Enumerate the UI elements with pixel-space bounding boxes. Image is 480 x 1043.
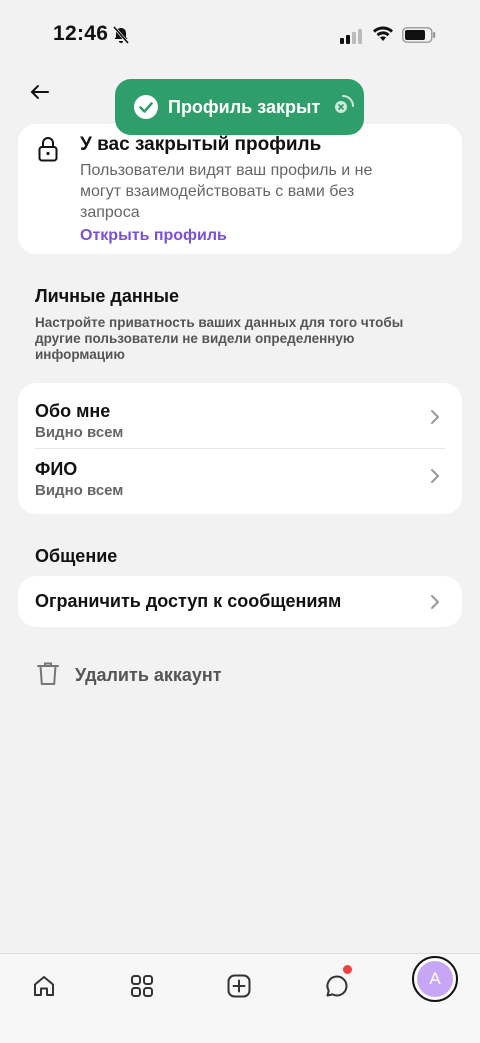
check-circle-icon bbox=[134, 95, 158, 119]
battery-icon bbox=[402, 27, 436, 43]
tab-catalog[interactable] bbox=[122, 966, 162, 1006]
back-arrow-icon[interactable] bbox=[28, 80, 52, 104]
personal-data-description: Настройте приватность ваших данных для т… bbox=[35, 315, 404, 362]
toast-text: Профиль закрыт bbox=[168, 97, 321, 117]
list-item-full-name[interactable]: ФИО Видно всем bbox=[18, 449, 462, 514]
bell-off-icon bbox=[112, 26, 130, 44]
private-profile-description: Пользователи видят ваш профиль и не могу… bbox=[80, 162, 373, 221]
home-icon bbox=[34, 976, 54, 996]
add-icon bbox=[227, 974, 251, 998]
status-bar: 12:46 bbox=[0, 0, 480, 70]
chevron-right-icon bbox=[431, 410, 439, 424]
grid-icon bbox=[131, 975, 153, 997]
private-profile-card: У вас закрытый профиль Пользователи видя… bbox=[18, 124, 462, 254]
wifi-icon bbox=[373, 26, 393, 41]
open-profile-link[interactable]: Открыть профиль bbox=[80, 227, 227, 245]
personal-data-title: Личные данные bbox=[35, 286, 179, 306]
tab-home[interactable] bbox=[24, 966, 64, 1006]
personal-data-list: Обо мне Видно всем ФИО Видно всем bbox=[18, 383, 462, 514]
list-item-about[interactable]: Обо мне Видно всем bbox=[18, 383, 462, 448]
toast-notification: Профиль закрыт bbox=[115, 79, 364, 135]
chevron-right-icon bbox=[431, 469, 439, 483]
signal-icon bbox=[340, 29, 362, 44]
status-time: 12:46 bbox=[53, 22, 109, 45]
trash-icon bbox=[37, 662, 59, 685]
row-subtitle: Видно всем bbox=[35, 482, 124, 499]
private-profile-title: У вас закрытый профиль bbox=[80, 134, 322, 155]
avatar: A bbox=[417, 961, 453, 997]
row-title: Обо мне bbox=[35, 401, 111, 421]
chat-icon bbox=[326, 975, 348, 997]
chevron-right-icon bbox=[431, 595, 439, 609]
notification-badge bbox=[342, 964, 353, 975]
communication-title: Общение bbox=[35, 546, 118, 566]
lock-icon bbox=[38, 137, 58, 162]
delete-account-button[interactable]: Удалить аккаунт bbox=[35, 660, 335, 690]
delete-account-label: Удалить аккаунт bbox=[75, 665, 222, 685]
tab-create[interactable] bbox=[219, 966, 259, 1006]
row-title: ФИО bbox=[35, 459, 78, 479]
restrict-messages-row[interactable]: Ограничить доступ к сообщениям bbox=[18, 576, 462, 627]
row-subtitle: Видно всем bbox=[35, 424, 124, 441]
toast-close-icon[interactable] bbox=[330, 93, 356, 119]
bottom-tab-bar bbox=[0, 953, 480, 1043]
restrict-messages-label: Ограничить доступ к сообщениям bbox=[35, 591, 342, 611]
tab-profile[interactable]: A bbox=[412, 956, 458, 1002]
